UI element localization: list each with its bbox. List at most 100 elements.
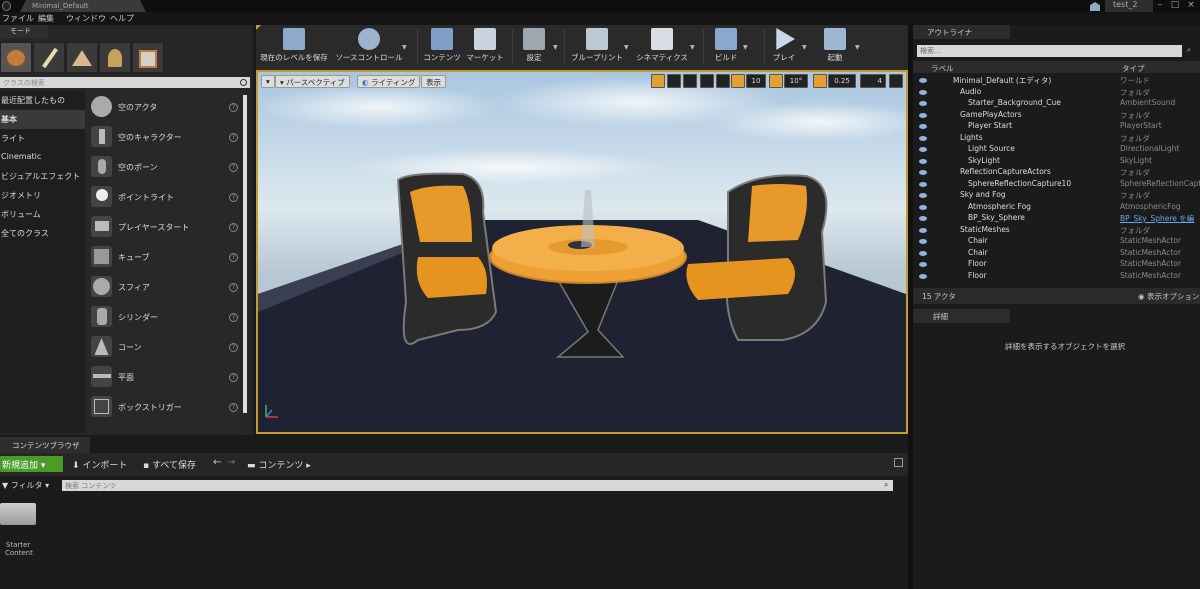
outliner-row[interactable]: SkyLight SkyLight [913, 156, 1200, 168]
visibility-icon[interactable] [919, 239, 927, 244]
outliner-row[interactable]: GamePlayActors フォルダ [913, 110, 1200, 122]
grid-snap-icon[interactable] [731, 74, 745, 88]
save-level-button[interactable]: 現在のレベルを保存 [258, 25, 330, 70]
path-root[interactable]: ▬ コンテンツ ▸ [247, 458, 311, 471]
content-search-input[interactable]: 検索 コンテンツ [62, 480, 893, 491]
world-space-icon[interactable] [700, 74, 714, 88]
item-label[interactable]: 空のアクタ [118, 102, 157, 113]
level-tab[interactable]: Minimal_Default [20, 0, 146, 12]
maximize-viewport-icon[interactable] [889, 74, 903, 88]
outliner-row[interactable]: Light Source DirectionalLight [913, 144, 1200, 156]
item-label[interactable]: スフィア [118, 282, 150, 293]
surface-snap-icon[interactable] [716, 74, 730, 88]
items-scrollbar[interactable] [243, 95, 247, 413]
visibility-icon[interactable] [919, 135, 927, 141]
landscape-mode-button[interactable] [66, 42, 98, 73]
scale-icon[interactable] [683, 74, 697, 88]
outliner-row[interactable]: Minimal_Default (エディタ) ワールド [913, 75, 1200, 87]
scale-snap-icon[interactable] [813, 74, 827, 88]
viewport-options-button[interactable]: ▾ [261, 75, 275, 88]
help-icon[interactable]: ? [229, 373, 238, 382]
item-label[interactable]: ボックストリガー [118, 402, 182, 413]
outliner-row[interactable]: BP_Sky_Sphere BP_Sky_Sphere を編 [913, 213, 1200, 225]
source-control-button[interactable]: ソースコントロール [333, 25, 405, 70]
save-all-button[interactable]: ▪ すべて保存 [143, 458, 196, 471]
outliner-row[interactable]: StaticMeshes フォルダ [913, 225, 1200, 237]
outliner-row[interactable]: ReflectionCaptureActors フォルダ [913, 167, 1200, 179]
launch-button[interactable]: 起動 [818, 25, 852, 70]
grid-size-dropdown[interactable]: 10 [746, 74, 766, 88]
visibility-icon[interactable] [919, 112, 927, 118]
visibility-icon[interactable] [919, 147, 927, 152]
back-arrow-icon[interactable]: ← [213, 457, 221, 468]
category-lights[interactable]: ライト [0, 129, 85, 148]
content-button[interactable]: コンテンツ [422, 25, 462, 70]
edit-blueprint-link[interactable]: BP_Sky_Sphere を編 [1120, 213, 1194, 224]
help-icon[interactable]: ? [229, 223, 238, 232]
forward-arrow-icon[interactable]: → [227, 457, 235, 468]
perspective-button[interactable]: ▾ パースペクティブ [275, 75, 350, 88]
help-icon[interactable]: ? [229, 253, 238, 262]
play-button[interactable]: プレイ [768, 25, 800, 70]
outliner-row[interactable]: Audio フォルダ [913, 87, 1200, 99]
blueprints-button[interactable]: ブループリント [568, 25, 626, 70]
marketplace-button[interactable]: マーケット [465, 25, 505, 70]
import-button[interactable]: ⬇ インポート [72, 458, 127, 471]
help-icon[interactable]: ? [229, 103, 238, 112]
menu-edit[interactable]: 編集 [38, 13, 54, 24]
foliage-mode-button[interactable] [99, 42, 131, 73]
category-visual-effects[interactable]: ビジュアルエフェクト [0, 167, 85, 186]
geometry-mode-button[interactable] [132, 42, 164, 73]
help-icon[interactable]: ? [229, 343, 238, 352]
category-geometry[interactable]: ジオメトリ [0, 186, 85, 205]
outliner-row[interactable]: Floor StaticMeshActor [913, 271, 1200, 283]
visibility-icon[interactable] [919, 204, 927, 210]
scale-snap-dropdown[interactable]: 0.25 [828, 74, 856, 88]
maximize-button[interactable]: □ [1168, 0, 1182, 12]
outliner-row[interactable]: Chair StaticMeshActor [913, 248, 1200, 260]
outliner-row[interactable]: Lights フォルダ [913, 133, 1200, 145]
outliner-tab[interactable]: アウトライナ [913, 25, 1010, 39]
menu-help[interactable]: ヘルプ [110, 13, 134, 24]
category-basic[interactable]: 基本 [0, 110, 85, 129]
label-column-header[interactable]: ラベル [931, 63, 954, 74]
visibility-icon[interactable] [919, 170, 927, 175]
chevron-down-icon[interactable]: ▼ [855, 44, 860, 51]
visibility-icon[interactable] [919, 101, 927, 106]
help-icon[interactable]: ? [229, 133, 238, 142]
build-button[interactable]: ビルド [708, 25, 744, 70]
item-label[interactable]: 平面 [118, 372, 134, 383]
outliner-search-input[interactable]: 検索... [917, 45, 1182, 57]
rotate-icon[interactable] [667, 74, 681, 88]
visibility-icon[interactable] [919, 124, 927, 129]
item-label[interactable]: ポイントライト [118, 192, 174, 203]
item-label[interactable]: シリンダー [118, 312, 158, 323]
chevron-down-icon[interactable]: ▼ [802, 44, 807, 51]
close-button[interactable]: × [1184, 0, 1198, 12]
outliner-row[interactable]: Sky and Fog フォルダ [913, 190, 1200, 202]
paint-mode-button[interactable] [33, 42, 65, 73]
category-recent[interactable]: 最近配置したもの [0, 91, 85, 110]
view-options-button[interactable]: ◉ 表示オプション [1138, 291, 1199, 302]
item-label[interactable]: 空のキャラクター [118, 132, 182, 143]
level-viewport[interactable] [256, 70, 908, 434]
visibility-icon[interactable] [919, 158, 927, 164]
details-tab[interactable]: 詳細 [913, 309, 1010, 323]
visibility-icon[interactable] [919, 193, 927, 198]
place-mode-button[interactable] [0, 42, 32, 73]
item-label[interactable]: プレイヤースタート [118, 222, 189, 233]
settings-button[interactable]: 設定 [516, 25, 552, 70]
rotation-snap-dropdown[interactable]: 10° [784, 74, 808, 88]
help-icon[interactable]: ? [229, 403, 238, 412]
outliner-row[interactable]: Floor StaticMeshActor [913, 259, 1200, 271]
visibility-icon[interactable] [919, 262, 927, 267]
help-icon[interactable]: ? [229, 313, 238, 322]
filters-button[interactable]: ▼ フィルタ ▾ [2, 480, 49, 491]
chevron-down-icon[interactable]: ▼ [553, 44, 558, 51]
outliner-row[interactable]: Player Start PlayerStart [913, 121, 1200, 133]
visibility-icon[interactable] [919, 89, 927, 95]
help-icon[interactable]: ? [229, 193, 238, 202]
lock-icon[interactable] [894, 458, 903, 467]
content-browser-tab[interactable]: コンテンツブラウザ [0, 437, 90, 453]
add-new-button[interactable]: 新規追加 ▾ [0, 456, 63, 472]
